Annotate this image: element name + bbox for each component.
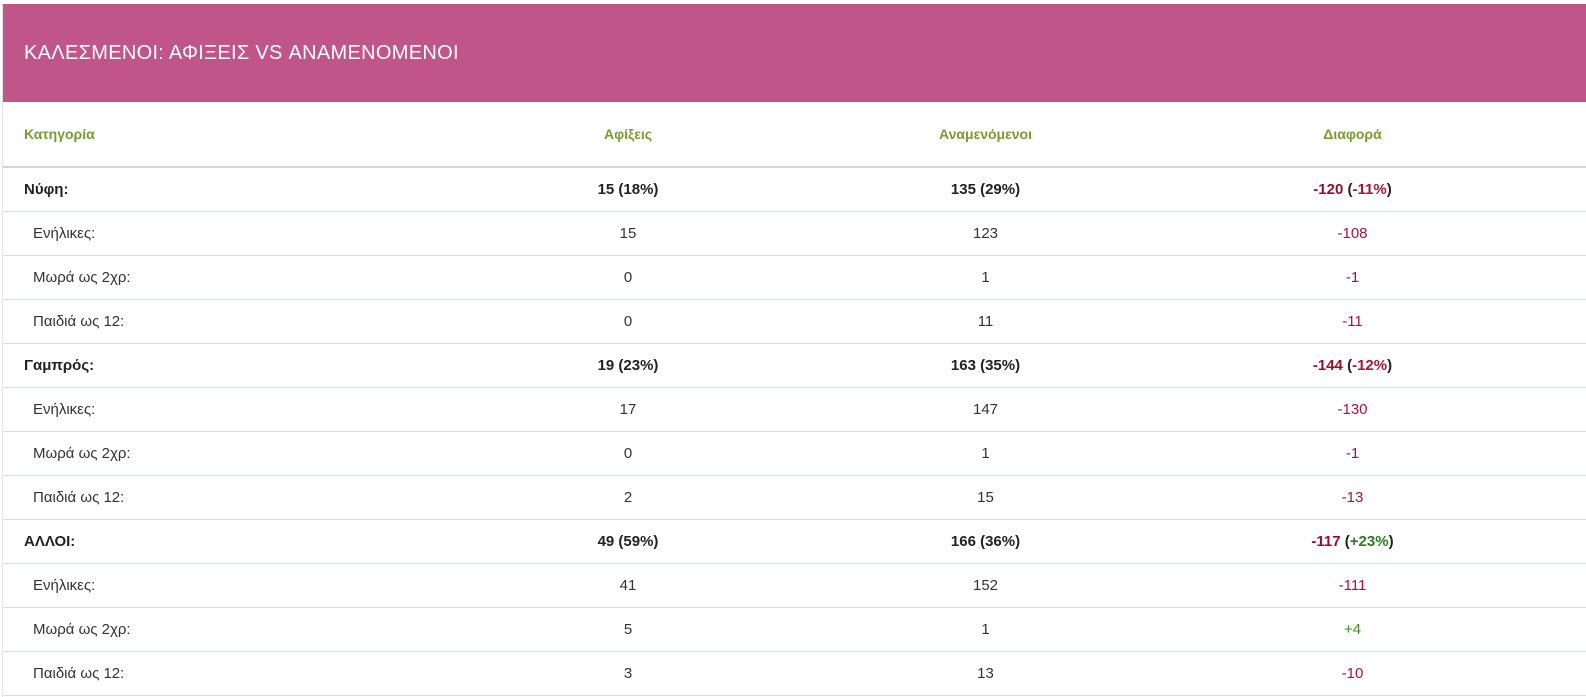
guests-table: Κατηγορία Αφίξεις Αναμενόμενοι Διαφορά Ν… (3, 102, 1586, 696)
row-label: Μωρά ως 2χρ: (3, 431, 403, 476)
difference-value: -108 (1337, 225, 1368, 242)
table-row: Μωρά ως 2χρ: 5 1 +4 (3, 607, 1586, 652)
table-row-group: Νύφη: 15 (18%) 135 (29%) -120 (-11%) (3, 167, 1586, 212)
difference-cell: -10 (1118, 651, 1586, 696)
expected-cell: 1 (853, 255, 1118, 300)
expected-cell: 135 (29%) (853, 167, 1118, 212)
panel: ΚΑΛΕΣΜΕΝΟΙ: ΑΦΙΞΕΙΣ VS ΑΝΑΜΕΝΟΜΕΝΟΙ Κατη… (2, 4, 1586, 697)
expected-cell: 123 (853, 211, 1118, 256)
expected-cell: 166 (36%) (853, 519, 1118, 564)
column-header-difference[interactable]: Διαφορά (1118, 102, 1586, 168)
table-row: Παιδιά ως 12: 3 13 -10 (3, 651, 1586, 696)
difference-percent: -12% (1352, 357, 1388, 374)
expected-cell: 163 (35%) (853, 343, 1118, 388)
row-label: ΑΛΛΟΙ: (3, 519, 403, 564)
difference-cell: -111 (1118, 563, 1586, 608)
arrivals-cell: 3 (403, 651, 853, 696)
row-label: Παιδιά ως 12: (3, 299, 403, 344)
row-label: Ενήλικες: (3, 211, 403, 256)
panel-header: ΚΑΛΕΣΜΕΝΟΙ: ΑΦΙΞΕΙΣ VS ΑΝΑΜΕΝΟΜΕΝΟΙ (3, 4, 1586, 102)
arrivals-cell: 49 (59%) (403, 519, 853, 564)
difference-cell: +4 (1118, 607, 1586, 652)
arrivals-cell: 19 (23%) (403, 343, 853, 388)
difference-cell: -1 (1118, 255, 1586, 300)
row-label: Παιδιά ως 12: (3, 475, 403, 520)
row-label: Παιδιά ως 12: (3, 651, 403, 696)
difference-value: -10 (1341, 665, 1364, 682)
difference-value: -1 (1345, 269, 1360, 286)
table-row: Ενήλικες: 17 147 -130 (3, 387, 1586, 432)
row-label: Ενήλικες: (3, 563, 403, 608)
expected-cell: 15 (853, 475, 1118, 520)
table-row: Παιδιά ως 12: 0 11 -11 (3, 299, 1586, 344)
table-row: Παιδιά ως 12: 2 15 -13 (3, 475, 1586, 520)
row-label: Μωρά ως 2χρ: (3, 607, 403, 652)
table-row-group: ΑΛΛΟΙ: 49 (59%) 166 (36%) -117 (+23%) (3, 519, 1586, 564)
difference-value: -117 (1311, 533, 1341, 550)
difference-percent: -11% (1352, 181, 1387, 198)
row-label: Ενήλικες: (3, 387, 403, 432)
difference-value: -144 (1312, 357, 1343, 374)
arrivals-cell: 15 (403, 211, 853, 256)
difference-cell: -13 (1118, 475, 1586, 520)
expected-cell: 1 (853, 607, 1118, 652)
panel-title: ΚΑΛΕΣΜΕΝΟΙ: ΑΦΙΞΕΙΣ VS ΑΝΑΜΕΝΟΜΕΝΟΙ (24, 41, 459, 64)
table-row: Ενήλικες: 15 123 -108 (3, 211, 1586, 256)
arrivals-cell: 0 (403, 255, 853, 300)
table-header-row: Κατηγορία Αφίξεις Αναμενόμενοι Διαφορά (3, 102, 1586, 168)
difference-cell: -1 (1118, 431, 1586, 476)
arrivals-cell: 2 (403, 475, 853, 520)
row-label: Μωρά ως 2χρ: (3, 255, 403, 300)
column-header-category[interactable]: Κατηγορία (3, 102, 403, 168)
difference-cell: -117 (+23%) (1118, 519, 1586, 564)
column-header-arrivals[interactable]: Αφίξεις (403, 102, 853, 168)
difference-cell: -144 (-12%) (1118, 343, 1586, 388)
table-row-group: Γαμπρός: 19 (23%) 163 (35%) -144 (-12%) (3, 343, 1586, 388)
expected-cell: 1 (853, 431, 1118, 476)
table-body: Νύφη: 15 (18%) 135 (29%) -120 (-11%) Ενήλικε… (3, 167, 1586, 696)
difference-cell: -130 (1118, 387, 1586, 432)
difference-value: -120 (1313, 181, 1344, 198)
arrivals-cell: 0 (403, 299, 853, 344)
table-row: Μωρά ως 2χρ: 0 1 -1 (3, 431, 1586, 476)
difference-value: -13 (1341, 489, 1364, 506)
difference-value: +4 (1343, 621, 1362, 638)
arrivals-cell: 15 (18%) (403, 167, 853, 212)
expected-cell: 152 (853, 563, 1118, 608)
table-row: Μωρά ως 2χρ: 0 1 -1 (3, 255, 1586, 300)
difference-value: -130 (1337, 401, 1368, 418)
difference-cell: -120 (-11%) (1118, 167, 1586, 212)
difference-cell: -108 (1118, 211, 1586, 256)
arrivals-cell: 41 (403, 563, 853, 608)
row-label: Γαμπρός: (3, 343, 403, 388)
difference-value: -11 (1342, 313, 1363, 330)
expected-cell: 11 (853, 299, 1118, 344)
table-row: Ενήλικες: 41 152 -111 (3, 563, 1586, 608)
expected-cell: 147 (853, 387, 1118, 432)
row-label: Νύφη: (3, 167, 403, 212)
expected-cell: 13 (853, 651, 1118, 696)
column-header-expected[interactable]: Αναμενόμενοι (853, 102, 1118, 168)
arrivals-cell: 5 (403, 607, 853, 652)
difference-cell: -11 (1118, 299, 1586, 344)
arrivals-cell: 0 (403, 431, 853, 476)
arrivals-cell: 17 (403, 387, 853, 432)
difference-value: -1 (1345, 445, 1360, 462)
difference-percent: +23% (1349, 533, 1389, 550)
difference-value: -111 (1338, 577, 1367, 594)
